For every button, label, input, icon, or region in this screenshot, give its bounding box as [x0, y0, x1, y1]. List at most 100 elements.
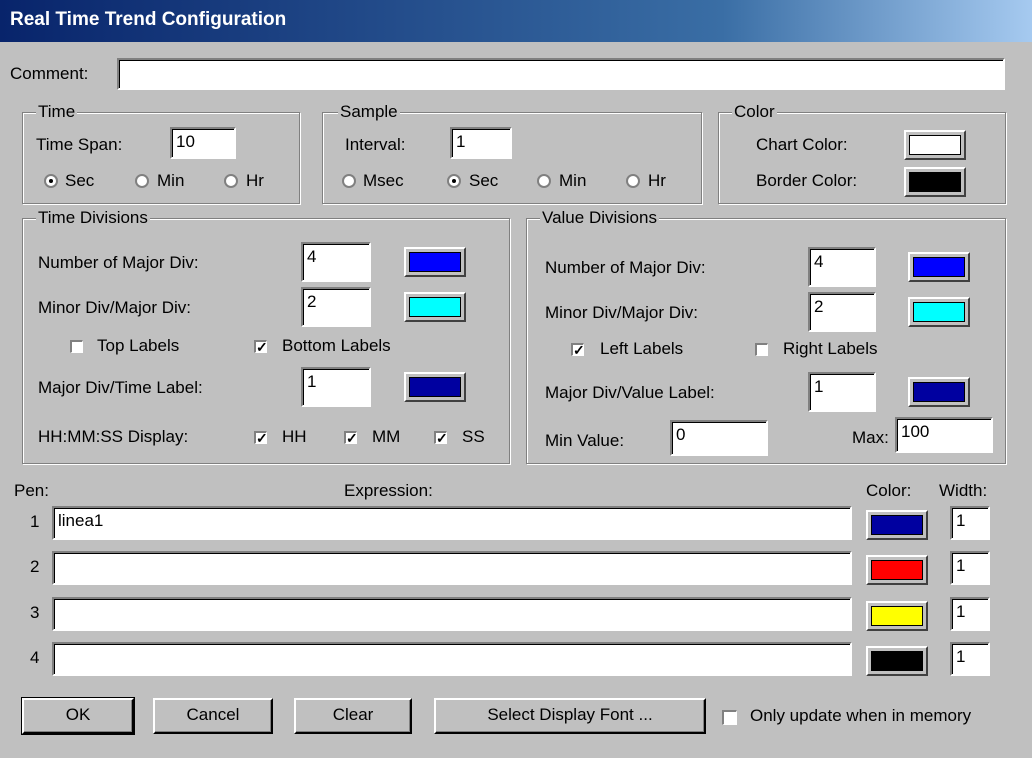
pen-1-color[interactable] — [866, 510, 928, 540]
window-title: Real Time Trend Configuration — [10, 9, 287, 30]
width-header: Width: — [939, 481, 988, 500]
pen-1-number: 1 — [30, 512, 40, 531]
time-minor-color[interactable] — [404, 292, 466, 322]
pen-2-color[interactable] — [866, 555, 928, 585]
value-major-input[interactable]: 4 — [808, 247, 876, 287]
interval-input[interactable]: 1 — [450, 127, 512, 159]
time-min-label: Min — [157, 171, 185, 190]
ok-button[interactable]: OK — [21, 697, 135, 735]
sample-group-title: Sample — [338, 102, 400, 122]
select-display-font-button[interactable]: Select Display Font ... — [434, 698, 706, 734]
time-label-color[interactable] — [404, 372, 466, 402]
right-labels-label: Right Labels — [783, 339, 878, 358]
time-label-div-input[interactable]: 1 — [301, 367, 371, 407]
hhmmss-display-label: HH:MM:SS Display: — [38, 427, 189, 446]
time-min-radio[interactable] — [135, 174, 149, 188]
sample-msec-label: Msec — [363, 171, 404, 190]
pen-4-expression[interactable] — [52, 642, 852, 676]
only-update-checkbox[interactable] — [722, 710, 737, 725]
pen-2-number: 2 — [30, 557, 40, 576]
chart-color-fill — [909, 135, 961, 155]
top-labels-checkbox[interactable] — [70, 340, 83, 353]
time-hr-label: Hr — [246, 171, 264, 190]
min-value-label: Min Value: — [545, 431, 625, 450]
color-header: Color: — [866, 481, 912, 500]
time-major-label: Number of Major Div: — [38, 253, 199, 272]
hh-checkbox[interactable]: ✓ — [254, 431, 268, 445]
chart-color-swatch[interactable] — [904, 130, 966, 160]
mm-checkbox[interactable]: ✓ — [344, 431, 358, 445]
pen-3-number: 3 — [30, 603, 40, 622]
time-minor-input[interactable]: 2 — [301, 287, 371, 327]
right-labels-checkbox[interactable] — [755, 343, 768, 356]
sample-min-radio[interactable] — [537, 174, 551, 188]
sample-hr-radio[interactable] — [626, 174, 640, 188]
only-update-label: Only update when in memory — [750, 706, 972, 725]
chart-color-label: Chart Color: — [756, 135, 848, 154]
value-label-div-label: Major Div/Value Label: — [545, 383, 715, 402]
pen-2-expression[interactable] — [52, 551, 852, 585]
time-major-input[interactable]: 4 — [301, 242, 371, 282]
pen-3-expression[interactable] — [52, 597, 852, 631]
color-group-title: Color — [732, 102, 777, 122]
pen-3-color-fill — [871, 606, 923, 626]
left-labels-checkbox[interactable]: ✓ — [571, 343, 585, 357]
max-value-input[interactable]: 100 — [895, 417, 993, 453]
time-span-label: Time Span: — [36, 135, 123, 154]
time-divisions-title: Time Divisions — [36, 208, 150, 228]
time-hr-radio[interactable] — [224, 174, 238, 188]
clear-button[interactable]: Clear — [294, 698, 412, 734]
border-color-fill — [909, 172, 961, 192]
left-labels-label: Left Labels — [600, 339, 684, 358]
value-label-color[interactable] — [908, 377, 970, 407]
pen-3-width[interactable]: 1 — [950, 597, 990, 631]
value-label-color-fill — [913, 382, 965, 402]
ss-checkbox[interactable]: ✓ — [434, 431, 448, 445]
cancel-button[interactable]: Cancel — [153, 698, 273, 734]
pen-3-color[interactable] — [866, 601, 928, 631]
sample-msec-radio[interactable] — [342, 174, 356, 188]
pen-2-width[interactable]: 1 — [950, 551, 990, 585]
time-major-color-fill — [409, 252, 461, 272]
pen-4-color[interactable] — [866, 646, 928, 676]
pen-1-color-fill — [871, 515, 923, 535]
pen-4-color-fill — [871, 651, 923, 671]
value-major-label: Number of Major Div: — [545, 258, 706, 277]
value-label-div-input[interactable]: 1 — [808, 372, 876, 412]
comment-input[interactable] — [117, 58, 1005, 90]
expression-header: Expression: — [344, 481, 433, 500]
sample-sec-label: Sec — [469, 171, 499, 190]
pen-1-expression[interactable]: linea1 — [52, 506, 852, 540]
border-color-swatch[interactable] — [904, 167, 966, 197]
sample-sec-radio[interactable] — [447, 174, 461, 188]
time-label-color-fill — [409, 377, 461, 397]
time-label-div-label: Major Div/Time Label: — [38, 378, 203, 397]
time-minor-color-fill — [409, 297, 461, 317]
pen-4-number: 4 — [30, 648, 40, 667]
time-minor-label: Minor Div/Major Div: — [38, 298, 192, 317]
ss-label: SS — [462, 427, 485, 446]
bottom-labels-label: Bottom Labels — [282, 336, 391, 355]
mm-label: MM — [372, 427, 401, 446]
min-value-input[interactable]: 0 — [670, 420, 768, 456]
time-sec-label: Sec — [65, 171, 95, 190]
pen-4-width[interactable]: 1 — [950, 642, 990, 676]
interval-label: Interval: — [345, 135, 406, 154]
value-divisions-title: Value Divisions — [540, 208, 659, 228]
value-minor-input[interactable]: 2 — [808, 292, 876, 332]
comment-label: Comment: — [10, 64, 89, 83]
time-span-input[interactable]: 10 — [170, 127, 236, 159]
pen-header: Pen: — [14, 481, 49, 500]
value-minor-color[interactable] — [908, 297, 970, 327]
sample-hr-label: Hr — [648, 171, 666, 190]
border-color-label: Border Color: — [756, 171, 858, 190]
time-sec-radio[interactable] — [44, 174, 58, 188]
time-group-title: Time — [36, 102, 78, 122]
time-major-color[interactable] — [404, 247, 466, 277]
pen-2-color-fill — [871, 560, 923, 580]
value-major-color[interactable] — [908, 252, 970, 282]
hh-label: HH — [282, 427, 307, 446]
max-value-label: Max: — [852, 428, 889, 447]
bottom-labels-checkbox[interactable]: ✓ — [254, 340, 268, 354]
pen-1-width[interactable]: 1 — [950, 506, 990, 540]
